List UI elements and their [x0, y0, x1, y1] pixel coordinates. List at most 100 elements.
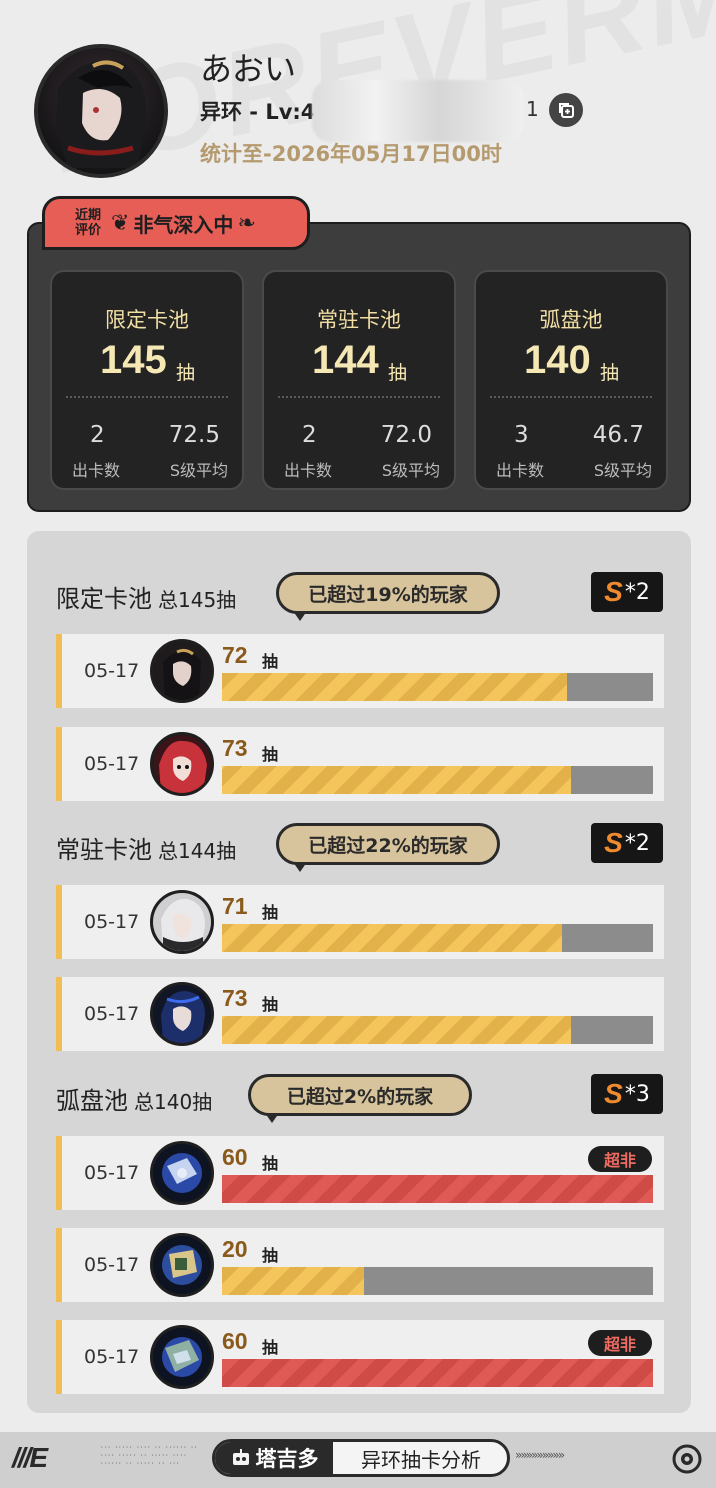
footer-caption: 异环抽卡分析	[361, 1447, 481, 1472]
pull-date: 05-17	[84, 660, 140, 682]
disc-avatar	[150, 1141, 214, 1205]
section-title-disc: 弧盘池 总140抽	[56, 1081, 212, 1116]
brand-name: 塔吉多	[255, 1447, 319, 1471]
disc-avatar	[150, 1233, 214, 1297]
username: あおい	[200, 50, 297, 88]
pull-count: 71	[222, 893, 248, 919]
list-item[interactable]: 05-17 60 抽 超非	[56, 1320, 664, 1394]
card-count: 144	[312, 338, 379, 382]
pull-count: 60	[222, 1144, 248, 1170]
list-item[interactable]: 05-17 60 抽 超非	[56, 1136, 664, 1210]
s-rank-count: *3	[624, 1081, 650, 1107]
pull-date: 05-17	[84, 1254, 140, 1276]
uid-prefix: 异环 - Lv:4	[200, 100, 316, 124]
section-total: 总144抽	[158, 839, 237, 863]
divider	[278, 396, 440, 398]
character-avatar	[150, 890, 214, 954]
eye-logo-icon	[672, 1444, 702, 1474]
card-title: 常驻卡池	[317, 308, 401, 332]
section-total: 总140抽	[134, 1090, 213, 1114]
pull-date: 05-17	[84, 911, 140, 933]
percentile-pill: 已超过22%的玩家	[276, 823, 500, 872]
pull-count: 73	[222, 985, 248, 1011]
uid-suffix: 1	[526, 97, 539, 121]
pull-unit: 抽	[262, 1338, 279, 1357]
summary-card-disc: 弧盘池 140 抽 3 46.7 出卡数 S级平均	[474, 270, 668, 490]
laurel-left-icon: ❦	[111, 210, 130, 236]
pull-progress-fill	[222, 1016, 572, 1044]
summary-card-standard: 常驻卡池 144 抽 2 72.0 出卡数 S级平均	[262, 270, 456, 490]
card-count: 140	[524, 338, 591, 382]
section-total: 总145抽	[158, 588, 237, 612]
card-cards-value: 3	[514, 422, 529, 448]
card-cards-value: 2	[90, 422, 105, 448]
card-avg-label: S级平均	[593, 461, 652, 480]
pull-progress-bar	[222, 1359, 653, 1387]
card-title: 限定卡池	[105, 308, 189, 332]
list-item[interactable]: 05-17 20 抽	[56, 1228, 664, 1302]
s-rank-letter: S	[604, 1078, 623, 1109]
uid-redaction-blur	[312, 80, 524, 142]
pull-count: 73	[222, 735, 248, 761]
pull-progress-bar	[222, 924, 653, 952]
robot-icon	[232, 1449, 249, 1465]
list-item[interactable]: 05-17 71 抽	[56, 885, 664, 959]
pull-count: 20	[222, 1236, 248, 1262]
card-count: 145	[100, 338, 167, 382]
section-name: 弧盘池	[56, 1087, 128, 1115]
s-rank-count: *2	[624, 830, 650, 856]
pill-tail	[265, 1113, 279, 1123]
pull-unit: 抽	[262, 995, 279, 1014]
card-unit: 抽	[600, 362, 620, 384]
pull-count: 60	[222, 1328, 248, 1354]
rating-badge: 近期评价 ❦ 非气深入中 ❧	[42, 196, 310, 250]
s-rank-badge: S *2	[591, 572, 663, 612]
pull-unit: 抽	[262, 903, 279, 922]
list-item[interactable]: 05-17 72 抽	[56, 634, 664, 708]
profile-avatar[interactable]	[34, 44, 168, 178]
card-cards-label: 出卡数	[72, 461, 121, 480]
pull-unit: 抽	[262, 1246, 279, 1265]
rating-text: 非气深入中	[133, 212, 234, 237]
footer-brand-pill[interactable]: 塔吉多 异环抽卡分析	[212, 1439, 510, 1477]
brand-block: 塔吉多	[215, 1442, 333, 1474]
copy-uid-button[interactable]	[549, 93, 583, 127]
list-item[interactable]: 05-17 73 抽	[56, 727, 664, 801]
s-rank-count: *2	[624, 579, 650, 605]
pull-progress-bar	[222, 1175, 653, 1203]
footer: ///E ··· ····· ···· ·· ······ ·· ···· ··…	[0, 1432, 716, 1488]
pull-progress-bar	[222, 766, 653, 794]
card-avg-label: S级平均	[169, 461, 228, 480]
percentile-text: 已超过22%的玩家	[308, 834, 468, 857]
pull-progress-bar	[222, 1267, 653, 1295]
percentile-text: 已超过19%的玩家	[308, 583, 468, 606]
card-avg-value: 72.0	[380, 422, 432, 448]
section-title-standard: 常驻卡池 总144抽	[56, 830, 236, 865]
character-avatar	[150, 982, 214, 1046]
pull-unit: 抽	[262, 745, 279, 764]
pull-progress-bar	[222, 1016, 653, 1044]
s-rank-letter: S	[604, 827, 623, 858]
pill-tail	[293, 611, 307, 621]
rating-small-label: 近期评价	[75, 208, 102, 238]
section-name: 常驻卡池	[56, 836, 152, 864]
pull-progress-fill	[222, 924, 563, 952]
card-avg-value: 46.7	[592, 422, 644, 448]
percentile-text: 已超过2%的玩家	[286, 1085, 434, 1108]
divider	[66, 396, 228, 398]
pull-progress-fill	[222, 766, 572, 794]
disc-avatar	[150, 1325, 214, 1389]
pull-unit: 抽	[262, 1154, 279, 1173]
percentile-pill: 已超过2%的玩家	[248, 1074, 472, 1123]
card-avg-label: S级平均	[381, 461, 440, 480]
pull-progress-fill	[222, 1359, 653, 1387]
pull-date: 05-17	[84, 1346, 140, 1368]
card-cards-label: 出卡数	[284, 461, 333, 480]
pull-progress-fill	[222, 1267, 365, 1295]
pill-tail	[293, 862, 307, 872]
pull-date: 05-17	[84, 1003, 140, 1025]
copy-icon	[559, 103, 574, 118]
character-avatar	[150, 639, 214, 703]
pull-count: 72	[222, 642, 248, 668]
list-item[interactable]: 05-17 73 抽	[56, 977, 664, 1051]
